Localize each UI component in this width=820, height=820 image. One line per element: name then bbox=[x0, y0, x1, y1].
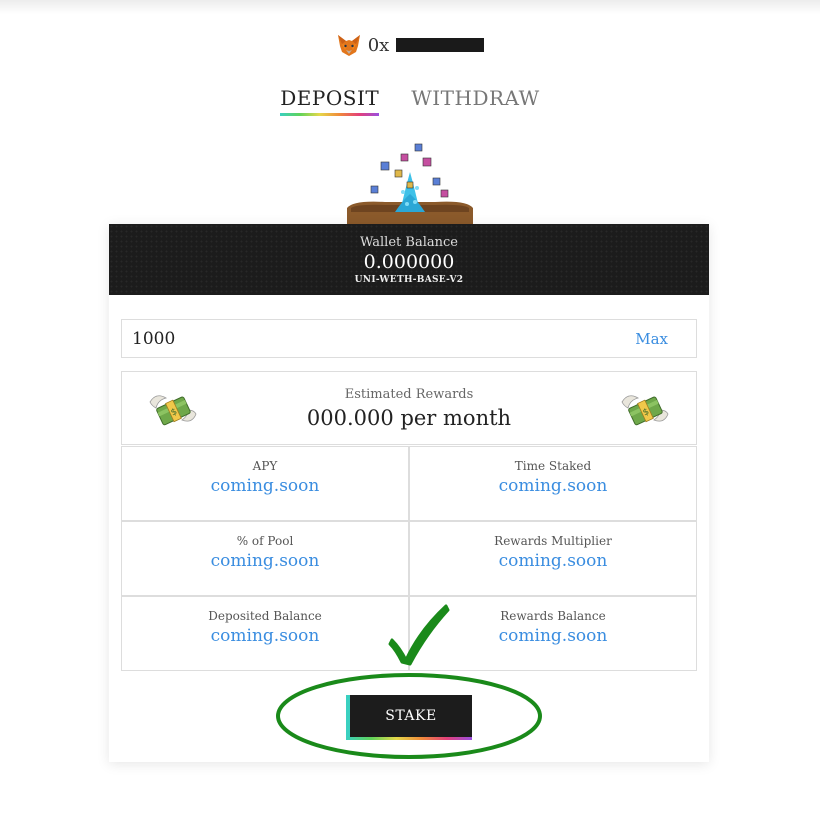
address-redacted bbox=[396, 38, 485, 52]
wallet-balance-value: 0.000000 bbox=[363, 250, 455, 273]
stat-rewards-multiplier: Rewards Multiplier coming.soon bbox=[409, 521, 697, 596]
stat-label: % of Pool bbox=[236, 534, 294, 548]
estimated-rewards-value: 000.000 per month bbox=[306, 405, 512, 430]
stat-rewards-balance: Rewards Balance coming.soon bbox=[409, 596, 697, 671]
tab-bar: DEPOSIT WITHDRAW bbox=[0, 86, 820, 116]
metamask-fox-icon bbox=[337, 35, 360, 56]
address-prefix: 0x bbox=[367, 34, 390, 56]
top-shadow bbox=[0, 0, 820, 14]
stat-value: coming.soon bbox=[210, 626, 320, 646]
max-button[interactable]: Max bbox=[635, 330, 668, 348]
wallet-balance-token: UNI-WETH-BASE-V2 bbox=[354, 274, 464, 285]
stake-button-wrapper: STAKE bbox=[346, 695, 472, 740]
stat-label: Rewards Balance bbox=[500, 609, 606, 623]
stat-pool-share: % of Pool coming.soon bbox=[121, 521, 409, 596]
stat-label: Rewards Multiplier bbox=[494, 534, 612, 548]
stat-deposited-balance: Deposited Balance coming.soon bbox=[121, 596, 409, 671]
staking-card: Wallet Balance 0.000000 UNI-WETH-BASE-V2… bbox=[109, 224, 709, 762]
amount-field[interactable]: Max bbox=[121, 319, 697, 358]
stat-label: APY bbox=[252, 459, 278, 473]
stat-label: Deposited Balance bbox=[208, 609, 322, 623]
money-with-wings-icon: $ bbox=[621, 395, 669, 426]
wallet-balance-header: Wallet Balance 0.000000 UNI-WETH-BASE-V2 bbox=[109, 224, 709, 295]
stake-button[interactable]: STAKE bbox=[346, 695, 472, 740]
estimated-rewards-label: Estimated Rewards bbox=[344, 386, 474, 402]
tab-withdraw[interactable]: WITHDRAW bbox=[411, 86, 540, 116]
pool-fountain-illustration bbox=[347, 143, 473, 228]
stat-value: coming.soon bbox=[210, 551, 320, 571]
money-with-wings-icon: $ bbox=[149, 395, 197, 426]
wallet-balance-label: Wallet Balance bbox=[360, 234, 458, 250]
stat-label: Time Staked bbox=[514, 459, 592, 473]
amount-input[interactable] bbox=[132, 328, 532, 349]
stat-apy: APY coming.soon bbox=[121, 446, 409, 521]
stats-grid: APY coming.soon Time Staked coming.soon … bbox=[121, 446, 697, 671]
stat-time-staked: Time Staked coming.soon bbox=[409, 446, 697, 521]
stat-value: coming.soon bbox=[498, 626, 608, 646]
estimated-rewards-panel: $ Estimated Rewards 000.000 per month $ bbox=[121, 371, 697, 445]
stat-value: coming.soon bbox=[498, 551, 608, 571]
tab-deposit[interactable]: DEPOSIT bbox=[280, 86, 380, 116]
wallet-address[interactable]: 0x bbox=[0, 32, 820, 58]
stat-value: coming.soon bbox=[210, 476, 320, 496]
stat-value: coming.soon bbox=[498, 476, 608, 496]
